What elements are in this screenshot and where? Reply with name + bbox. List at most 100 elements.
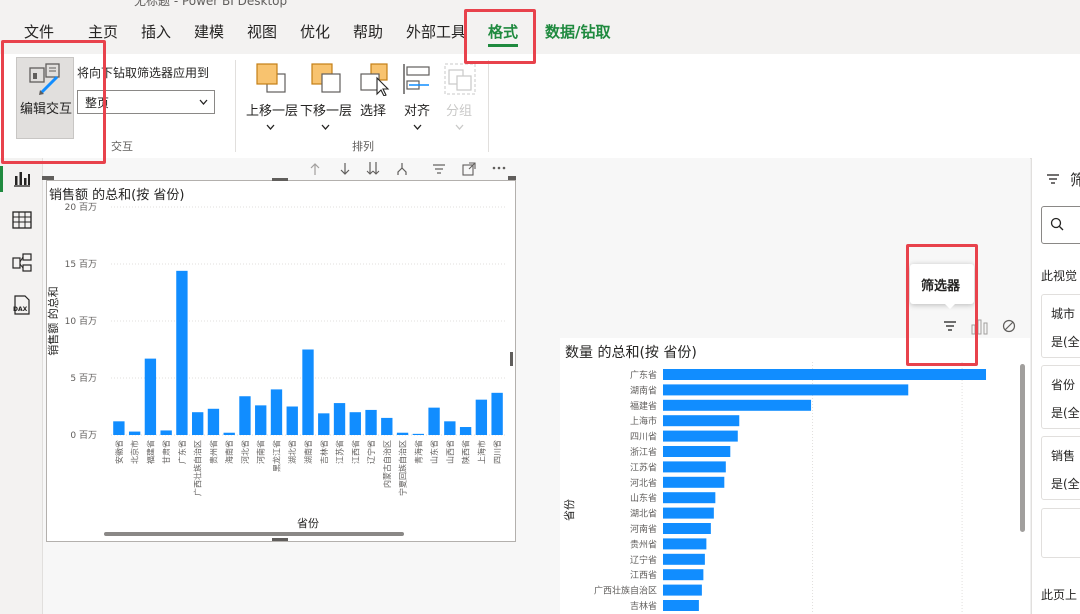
align-label: 对齐 — [404, 104, 431, 119]
y-tick-label: 上海市 — [630, 415, 657, 427]
y-axis-title: 销售额 的总和 — [47, 286, 60, 356]
resize-handle[interactable] — [272, 538, 288, 541]
x-tick-label: 上海市 — [476, 440, 486, 464]
bar — [663, 538, 707, 550]
active-view-indicator — [0, 166, 3, 192]
x-tick-label: 湖北省 — [287, 440, 297, 464]
y-tick-label: 20 百万 — [65, 202, 97, 213]
x-tick-label: 四川省 — [492, 440, 502, 464]
tab-external-tools[interactable]: 外部工具 — [406, 21, 466, 42]
double-arrow-down-icon[interactable] — [365, 161, 381, 176]
arrow-up-icon[interactable] — [309, 162, 321, 176]
tab-optimize[interactable]: 优化 — [300, 21, 330, 42]
bar — [663, 553, 705, 565]
window-title: 无标题 - Power BI Desktop — [134, 0, 288, 8]
y-tick-label: 广东省 — [630, 369, 657, 381]
y-tick-label: 15 百万 — [65, 259, 97, 270]
fork-icon[interactable] — [395, 162, 409, 176]
x-tick-label: 内蒙古自治区 — [382, 440, 392, 488]
table-view-icon[interactable] — [12, 211, 32, 229]
send-backward-label: 下移一层 — [300, 104, 353, 119]
y-tick-label: 5 百万 — [70, 373, 97, 384]
visual-header-toolbar — [305, 160, 515, 178]
chevron-down-icon — [266, 124, 275, 130]
group-label-arrange: 排列 — [352, 140, 374, 153]
tab-insert[interactable]: 插入 — [141, 21, 171, 42]
bar — [475, 399, 488, 435]
bar — [663, 523, 711, 534]
x-tick-label: 山东省 — [429, 440, 439, 464]
visual-quantity-by-province[interactable]: 数量 的总和(按 省份) 广东省 湖南省 福建省 上海市 四川省 浙江省 江苏省 河北省 山东省… — [560, 338, 1030, 614]
bar — [663, 399, 812, 411]
title-bar: 无标题 - Power BI Desktop — [0, 0, 1080, 8]
svg-text:DAX: DAX — [13, 306, 28, 313]
tab-help[interactable]: 帮助 — [353, 21, 383, 42]
ribbon-divider — [235, 60, 236, 152]
add-data-fields-well[interactable] — [1041, 508, 1080, 558]
bar — [192, 412, 204, 435]
filter-field-value: 是(全 — [1051, 406, 1080, 420]
resize-handle[interactable] — [510, 352, 513, 366]
filter-icon[interactable] — [432, 162, 446, 176]
x-tick-label: 北京市 — [130, 440, 140, 464]
bar — [663, 584, 702, 596]
bar — [176, 270, 188, 435]
report-view-icon[interactable] — [12, 169, 32, 187]
highlight-box-edit-interactions — [1, 40, 106, 164]
bring-forward-icon — [256, 63, 286, 93]
bar — [302, 349, 314, 435]
group-button[interactable]: 分组 — [441, 60, 477, 138]
tab-file[interactable]: 文件 — [24, 21, 54, 42]
bar — [663, 384, 909, 396]
horizontal-scrollbar[interactable] — [104, 532, 404, 536]
bar — [663, 476, 725, 488]
bar — [663, 461, 726, 473]
filter-card-province[interactable]: 省份 是(全 — [1041, 365, 1080, 429]
bar — [381, 417, 393, 435]
y-tick-label: 浙江省 — [630, 446, 657, 458]
tab-modeling[interactable]: 建模 — [194, 21, 224, 42]
chevron-down-icon — [321, 124, 330, 130]
filter-search-input[interactable] — [1041, 206, 1080, 244]
align-button[interactable]: 对齐 — [399, 60, 435, 138]
tab-view[interactable]: 视图 — [247, 21, 277, 42]
focus-mode-icon[interactable] — [462, 162, 476, 176]
send-backward-button[interactable]: 下移一层 — [300, 60, 354, 138]
group-label: 分组 — [446, 104, 473, 119]
group-icon — [444, 63, 476, 95]
no-interaction-icon[interactable] — [1002, 319, 1016, 333]
visual-sales-by-province[interactable]: 销售额 的总和(按 省份) 0 百万 5 百万 10 百万 15 百万 20 百万 安徽省… — [46, 180, 516, 542]
x-tick-label: 江西省 — [350, 440, 360, 464]
x-tick-label: 广西壮族自治区 — [193, 440, 203, 496]
filter-field-value: 是(全 — [1051, 477, 1080, 491]
bar — [663, 600, 699, 611]
bring-forward-button[interactable]: 上移一层 — [244, 60, 298, 138]
filter-card-sales[interactable]: 销售 是(全 — [1041, 436, 1080, 500]
more-options-icon[interactable] — [492, 166, 506, 170]
tab-home[interactable]: 主页 — [88, 21, 118, 42]
selection-pane-button[interactable]: 选择 — [357, 60, 393, 138]
dax-query-view-icon[interactable]: DAX — [11, 294, 33, 316]
bar — [333, 403, 346, 435]
bar — [286, 406, 298, 435]
y-tick-label: 江苏省 — [630, 461, 657, 473]
x-tick-label: 辽宁省 — [366, 440, 376, 464]
y-axis-title: 省份 — [563, 499, 576, 521]
filter-card-city[interactable]: 城市 是(全 — [1041, 294, 1080, 358]
y-tick-label: 湖北省 — [630, 508, 657, 520]
arrow-down-icon[interactable] — [339, 162, 351, 176]
x-tick-label: 湖南省 — [303, 440, 313, 464]
filter-pane: 筛 此视觉 城市 是(全 省份 是(全 销售 是(全 此页上 — [1031, 158, 1080, 614]
bar — [663, 430, 738, 442]
tab-data-drill[interactable]: 数据/钻取 — [545, 21, 610, 42]
bar — [255, 405, 267, 435]
x-tick-label: 广东省 — [177, 440, 187, 464]
bar — [239, 396, 251, 435]
resize-handle[interactable] — [272, 178, 288, 181]
bar — [144, 358, 157, 435]
vertical-scrollbar[interactable] — [1020, 364, 1025, 532]
highlight-box-filter-icon — [906, 244, 978, 366]
bar — [128, 431, 141, 435]
model-view-icon[interactable] — [12, 253, 32, 273]
resize-handle[interactable] — [42, 176, 54, 180]
